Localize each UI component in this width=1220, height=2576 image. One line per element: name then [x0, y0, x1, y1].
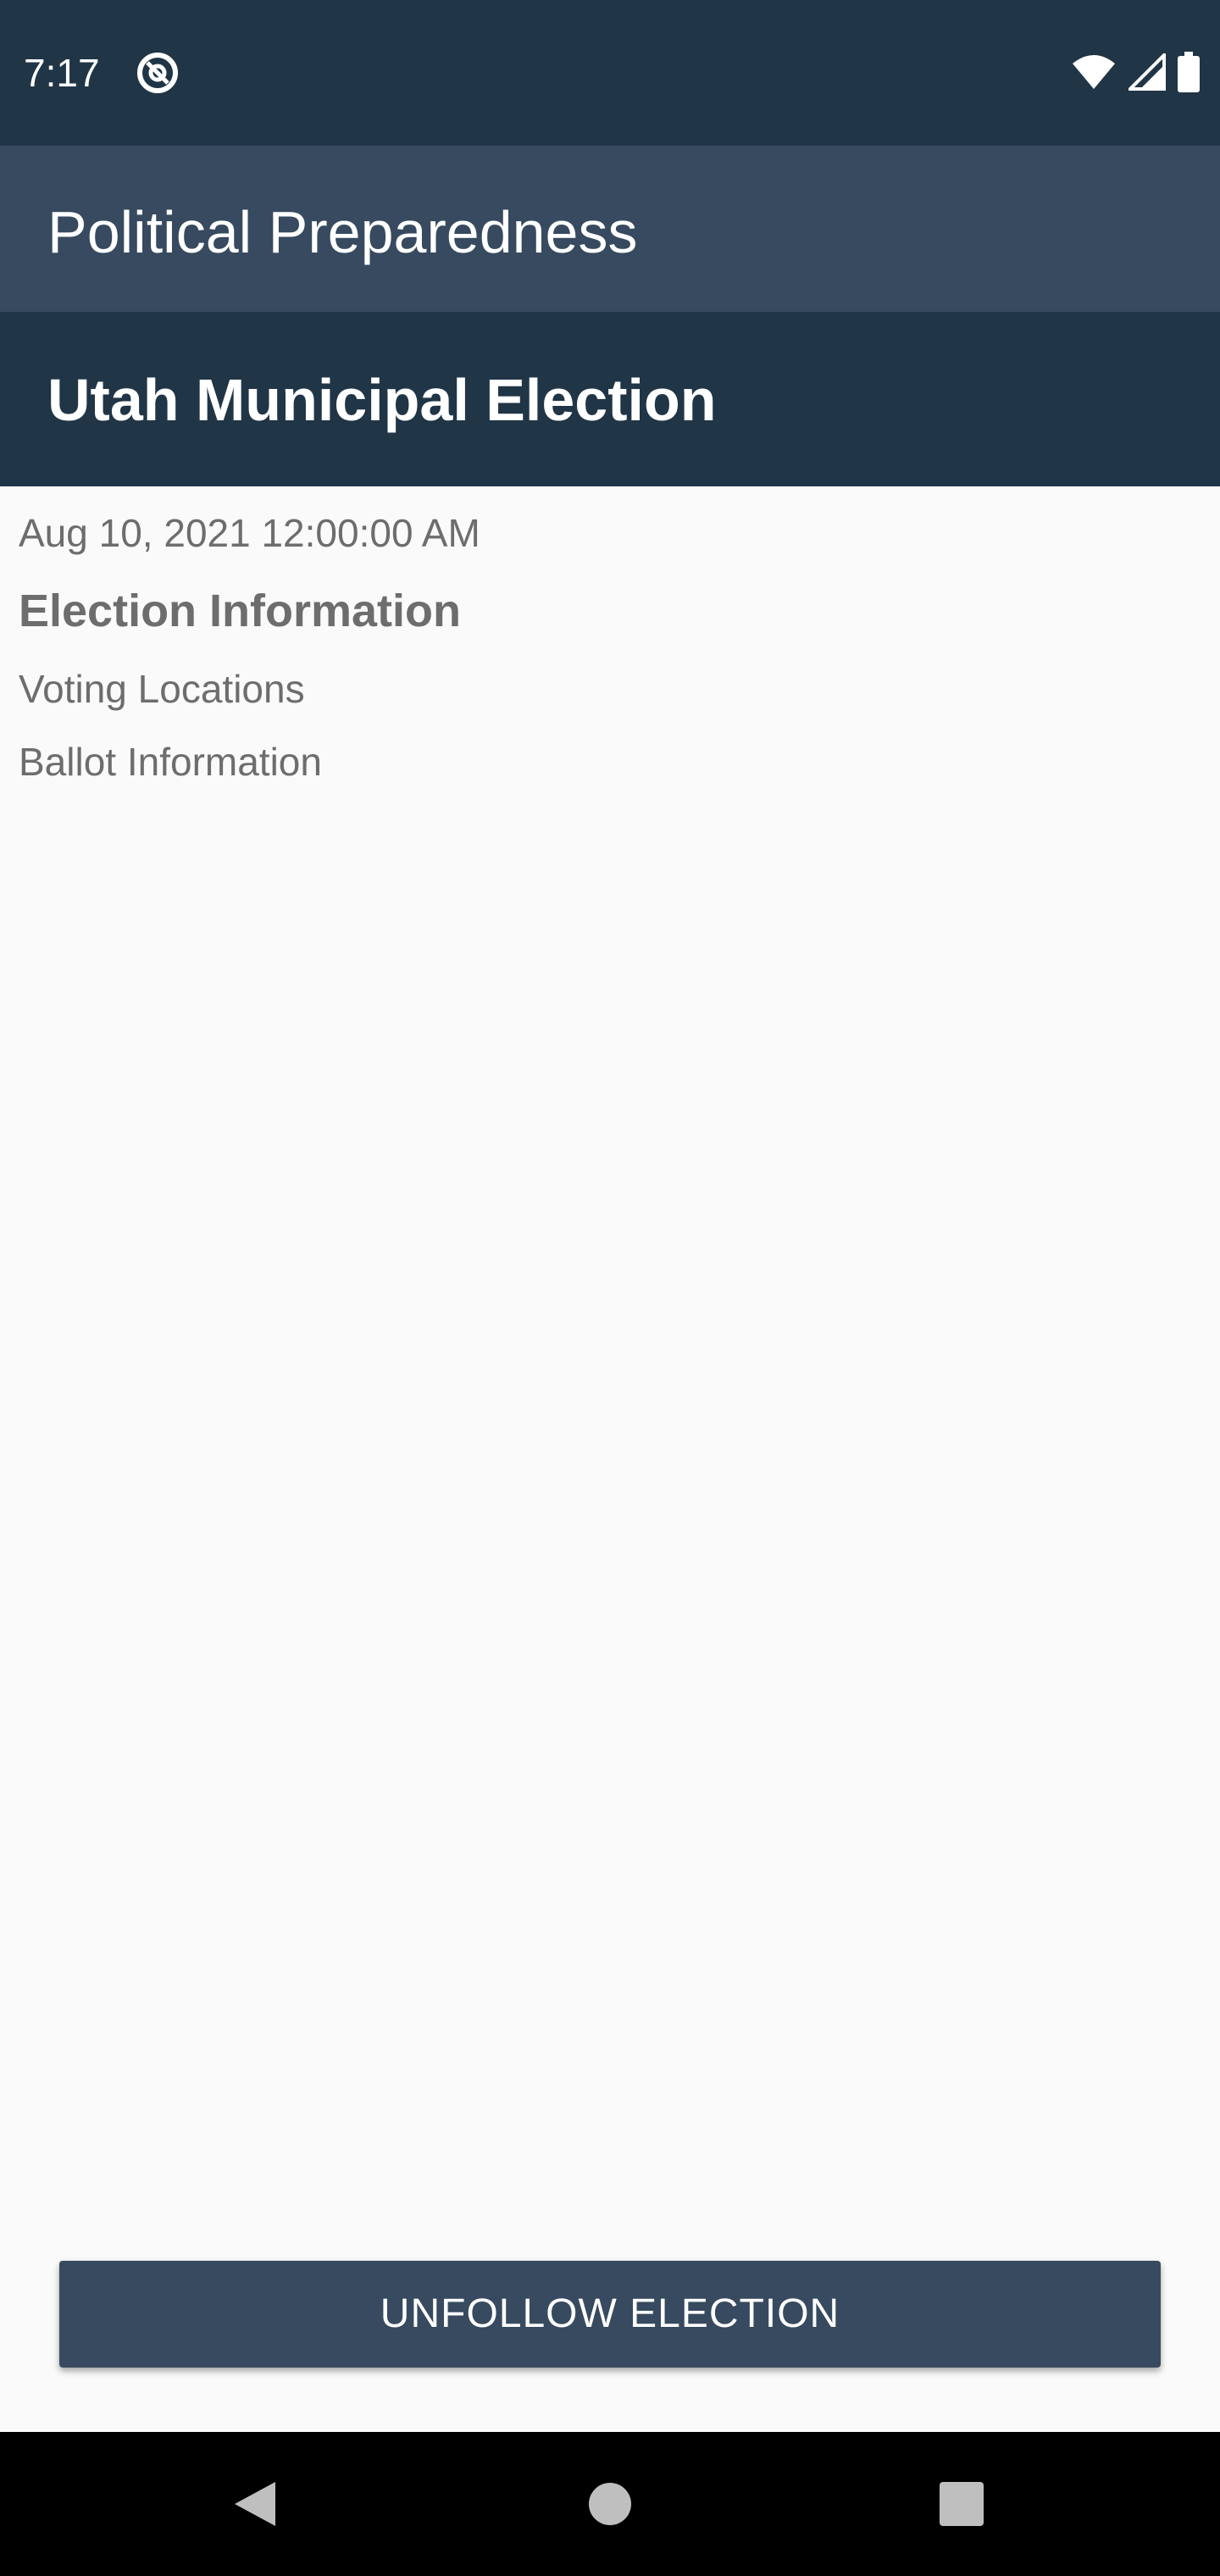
voting-locations-link[interactable]: Voting Locations [19, 664, 305, 713]
election-date: Aug 10, 2021 12:00:00 AM [19, 511, 480, 555]
status-time: 7:17 [24, 51, 100, 95]
at-sign-icon [136, 51, 180, 95]
status-icons [1071, 50, 1200, 97]
wifi-icon [1071, 53, 1117, 95]
election-detail-screen: 7:17 Political Preparedness Utah Municip… [0, 0, 1220, 2576]
back-icon[interactable] [217, 2466, 293, 2542]
status-bar: 7:17 [0, 0, 1220, 146]
navigation-bar [0, 2432, 1220, 2576]
cell-signal-icon [1126, 50, 1166, 95]
app-title: Political Preparedness [47, 199, 638, 265]
battery-icon [1178, 51, 1200, 97]
election-info-heading: Election Information [19, 586, 462, 636]
ballot-information-link[interactable]: Ballot Information [19, 737, 322, 786]
election-header: Utah Municipal Election [0, 312, 1220, 486]
home-icon[interactable] [572, 2466, 648, 2542]
unfollow-election-button[interactable]: UNFOLLOW ELECTION [59, 2261, 1161, 2368]
recents-icon[interactable] [923, 2466, 1000, 2542]
election-name: Utah Municipal Election [47, 367, 717, 433]
app-bar: Political Preparedness [0, 146, 1220, 312]
